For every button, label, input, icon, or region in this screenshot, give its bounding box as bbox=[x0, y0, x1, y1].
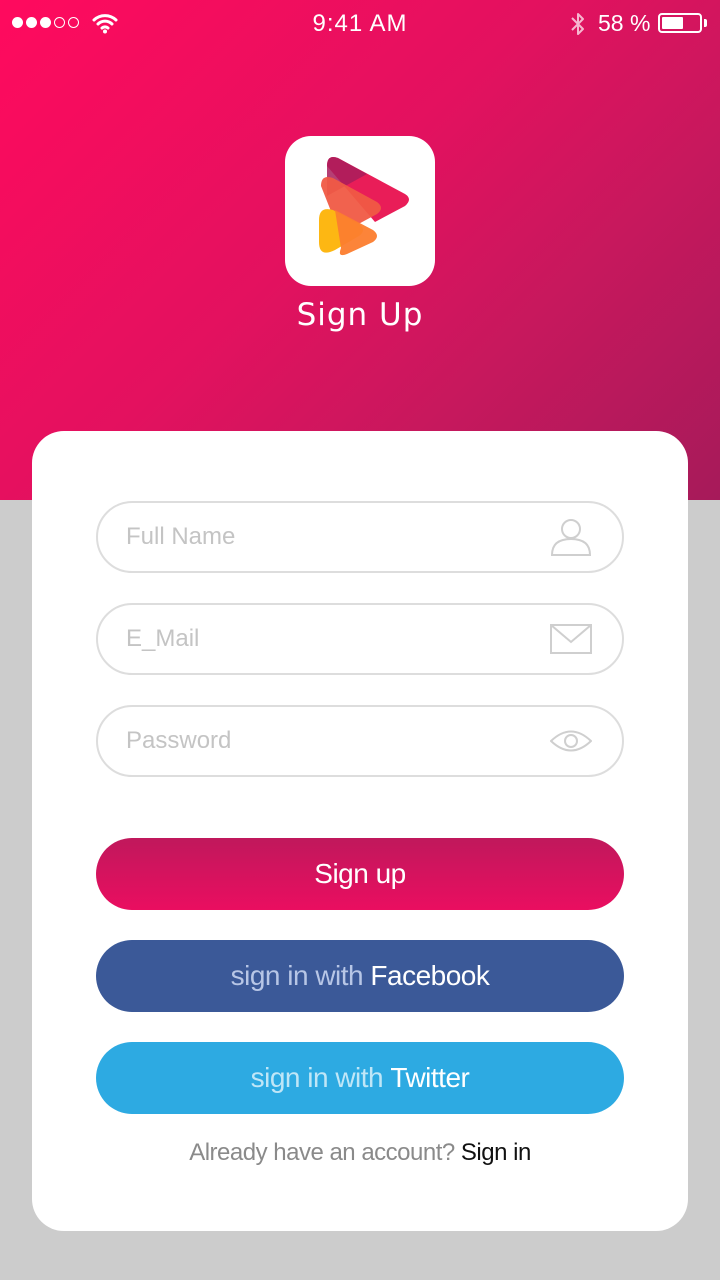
status-bar: 9:41 AM 58 % bbox=[0, 0, 720, 48]
signup-card: Sign up sign in with Facebook sign in wi… bbox=[32, 431, 688, 1231]
facebook-sign-in-button[interactable]: sign in with Facebook bbox=[96, 940, 624, 1012]
sign-up-button-label: Sign up bbox=[314, 858, 406, 889]
sign-in-link[interactable]: Sign in bbox=[461, 1139, 531, 1166]
battery-percent: 58 % bbox=[598, 10, 651, 36]
battery-tip bbox=[704, 19, 707, 27]
twitter-sign-in-button[interactable]: sign in with Twitter bbox=[96, 1042, 624, 1114]
facebook-button-brand: Facebook bbox=[370, 960, 490, 991]
password-field[interactable] bbox=[96, 705, 624, 777]
twitter-button-prefix: sign in with bbox=[250, 1062, 391, 1093]
eye-icon[interactable] bbox=[550, 707, 592, 775]
full-name-field[interactable] bbox=[96, 501, 624, 573]
bluetooth-icon bbox=[571, 13, 584, 35]
password-input[interactable] bbox=[126, 707, 526, 775]
full-name-input[interactable] bbox=[126, 503, 526, 571]
facebook-button-prefix: sign in with bbox=[230, 960, 371, 991]
user-icon bbox=[550, 503, 592, 571]
email-field[interactable] bbox=[96, 603, 624, 675]
mail-icon bbox=[550, 605, 592, 673]
email-input[interactable] bbox=[126, 605, 526, 673]
sign-up-button[interactable]: Sign up bbox=[96, 838, 624, 910]
battery-icon bbox=[658, 13, 702, 33]
app-logo-icon bbox=[285, 136, 435, 286]
sign-up-screen: 9:41 AM 58 % Sign Up Full Name E_Mail Si… bbox=[0, 0, 720, 1280]
page-title: Sign Up bbox=[296, 297, 424, 333]
sign-in-prompt: Already have an account? Sign in bbox=[32, 1139, 688, 1167]
sign-in-prompt-text: Already have an account? bbox=[189, 1139, 461, 1166]
twitter-button-brand: Twitter bbox=[390, 1062, 470, 1093]
